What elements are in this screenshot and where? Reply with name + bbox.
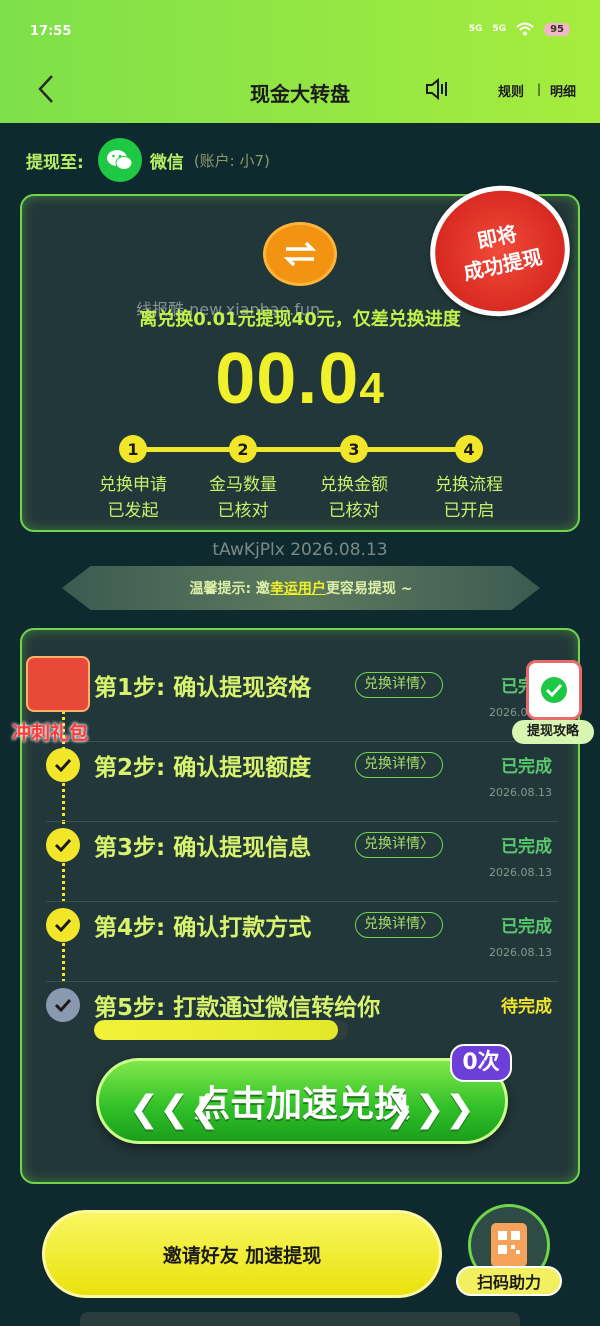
wifi-icon (516, 22, 534, 36)
withdraw-guide[interactable]: 提现攻略 (512, 656, 594, 746)
stage-label-1: 兑换申请 已发起 (99, 475, 167, 521)
signal-icon: 5G (468, 24, 483, 34)
gift-label: 冲刺礼包 (12, 722, 89, 744)
top-bar: 17:55 5G 5G 95 现金大转盘 规则 | 明细 (0, 0, 600, 123)
step-title: 第2步: 确认提现额度 (94, 755, 312, 781)
step-detail-button[interactable]: 兑换详情〉 (355, 912, 443, 938)
stage-track (133, 447, 469, 452)
stage-node-4: 4 (455, 435, 483, 463)
step-title: 第5步: 打款通过微信转给你 (94, 995, 381, 1021)
progress-value-main: 00.0 (215, 339, 360, 419)
exchange-coin-icon (263, 222, 337, 286)
progress-value-tail: 4 (359, 364, 385, 413)
step-detail-button[interactable]: 兑换详情〉 (355, 832, 443, 858)
progress-value: 00.04 (0, 338, 600, 420)
withdraw-account: (账户: 小7) (193, 151, 270, 170)
gift-icon (26, 656, 90, 712)
tip-highlight[interactable]: 幸运用户 (270, 578, 326, 598)
step-row-2: 第2步: 确认提现额度 兑换详情〉 已完成 2026.08.13 (46, 744, 558, 822)
chevrons-right-icon: ❯❯❯ (384, 1089, 476, 1130)
guide-label: 提现攻略 (512, 720, 594, 744)
speed-exchange-button[interactable]: ❮❮❮ 点击加速兑换 ❯❯❯ (96, 1058, 508, 1144)
header-separator: | (537, 82, 542, 96)
step-row-3: 第3步: 确认提现信息 兑换详情〉 已完成 2026.08.13 (46, 824, 558, 902)
step-title: 第4步: 确认打款方式 (94, 915, 312, 941)
step5-progress-bar (94, 1020, 348, 1040)
step-status: 待完成 (501, 997, 552, 1017)
invite-friends-button[interactable]: 邀请好友 加速提现 (42, 1210, 442, 1298)
tip-suffix: 更容易提现 ~ (325, 581, 413, 597)
tip-banner: 温馨提示: 邀幸运用户 更容易提现 ~ (62, 566, 540, 610)
stage-label-2: 金马数量 已核对 (209, 475, 277, 521)
speed-button-label: 点击加速兑换 (193, 1084, 410, 1125)
system-icons: 5G 5G 95 (469, 22, 570, 36)
scan-assist[interactable]: 扫码助力 (456, 1204, 566, 1304)
stage-label-3: 兑换金额 已核对 (320, 475, 388, 521)
check-icon (46, 748, 80, 782)
tip-prefix: 温馨提示: 邀 (189, 581, 270, 597)
check-icon (46, 908, 80, 942)
signal-icon-2: 5G (492, 24, 507, 34)
stage-label-4: 兑换流程 已开启 (435, 475, 503, 521)
phone-icon (526, 660, 582, 720)
step-detail-button[interactable]: 兑换详情〉 (355, 752, 443, 778)
progress-text: 离兑换0.01元提现40元，仅差兑换进度 (139, 309, 461, 330)
code-line: tAwKjPlx 2026.08.13 (212, 540, 388, 560)
rules-link[interactable]: 规则 (498, 81, 524, 100)
step-date: 2026.08.13 (489, 786, 552, 799)
step-title: 第3步: 确认提现信息 (94, 835, 312, 861)
speaker-icon[interactable] (424, 76, 450, 102)
stage-node-3: 3 (340, 435, 368, 463)
wechat-icon (97, 138, 142, 182)
status-bar: 17:55 5G 5G 95 (30, 22, 570, 44)
nav-bar: 现金大转盘 规则 | 明细 (0, 70, 600, 110)
battery-badge: 95 (544, 22, 570, 36)
step-date: 2026.08.13 (489, 946, 552, 959)
withdraw-method: 微信 (149, 152, 184, 173)
stage-node-2: 2 (229, 435, 257, 463)
step-status: 已完成 (501, 757, 552, 777)
step-row-4: 第4步: 确认打款方式 兑换详情〉 已完成 2026.08.13 (46, 904, 558, 982)
step-row-1: 第1步: 确认提现资格 兑换详情〉 已完成 2026.08.13 (46, 664, 558, 742)
step-status: 已完成 (501, 837, 552, 857)
step5-progress-fill (94, 1020, 338, 1040)
sprint-gift-pack[interactable]: 冲刺礼包 (12, 650, 102, 744)
chevrons-left-icon: ❮❮❮ (129, 1089, 220, 1130)
details-link[interactable]: 明细 (550, 81, 576, 100)
speed-count-badge: 0次 (450, 1044, 512, 1082)
stage-node-1: 1 (119, 435, 147, 463)
qr-label: 扫码助力 (456, 1266, 562, 1296)
check-icon (46, 828, 80, 862)
step-title: 第1步: 确认提现资格 (94, 675, 312, 701)
stamp-line-2: 成功提现 (461, 244, 545, 285)
withdraw-target: 提现至: 微信 (账户: 小7) (26, 138, 270, 182)
withdraw-label: 提现至: (26, 152, 84, 173)
bottom-ticker (80, 1312, 520, 1326)
step-date: 2026.08.13 (489, 866, 552, 879)
pending-check-icon (46, 988, 80, 1022)
step-detail-button[interactable]: 兑换详情〉 (355, 672, 443, 698)
status-time: 17:55 (30, 24, 72, 39)
step-status: 已完成 (501, 917, 552, 937)
